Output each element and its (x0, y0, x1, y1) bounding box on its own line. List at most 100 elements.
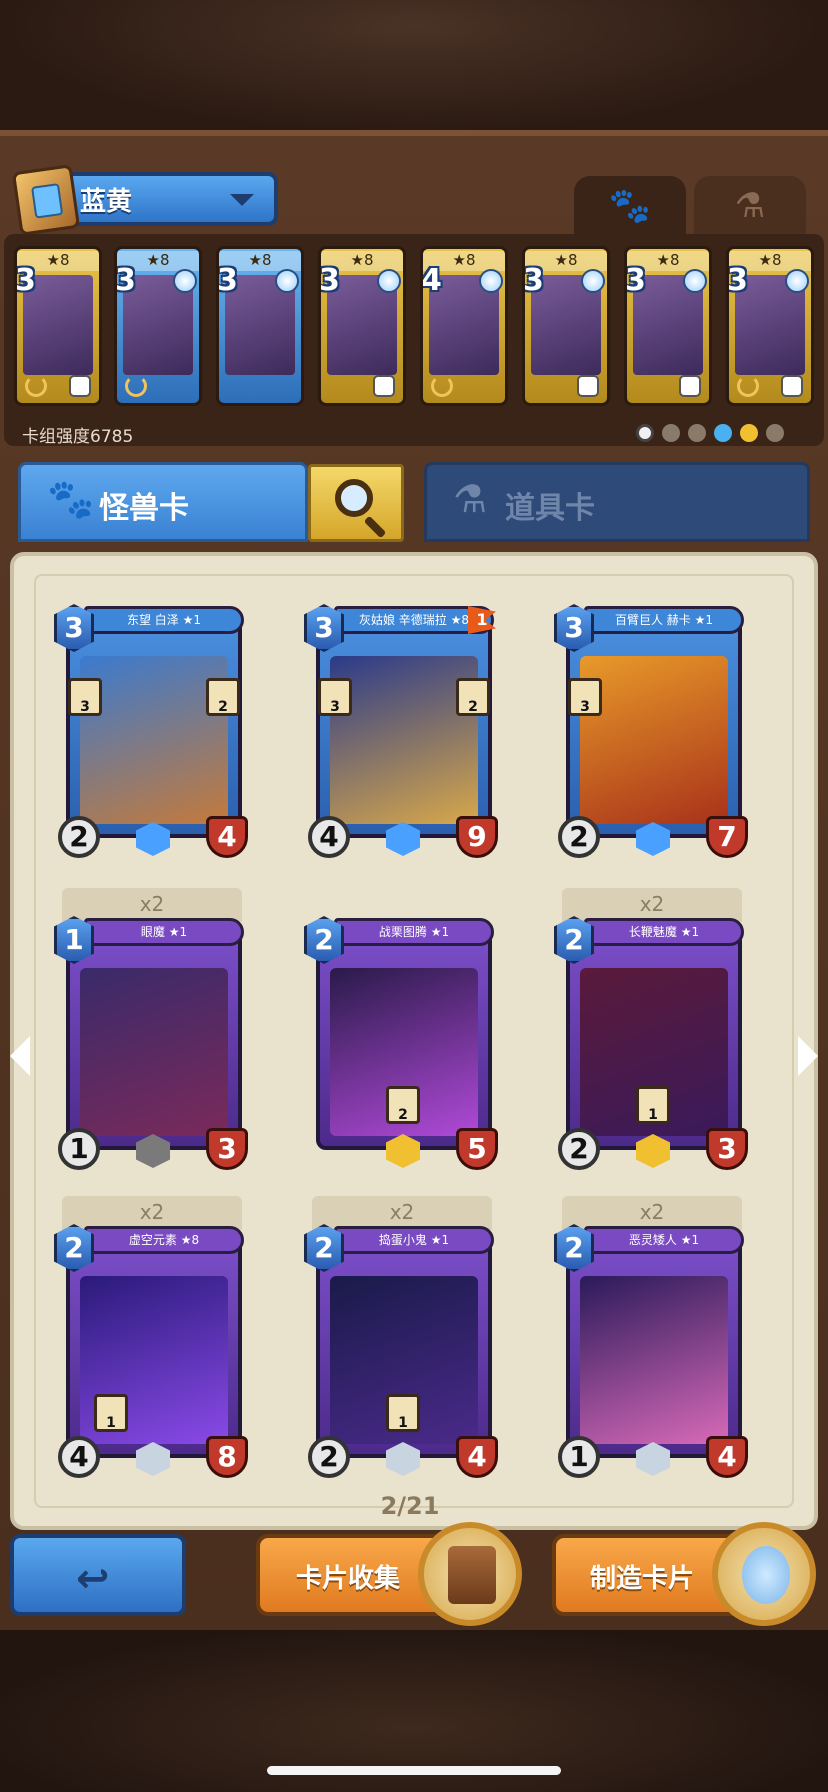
craft-card-badge[interactable] (712, 1522, 816, 1626)
element-icon (479, 269, 503, 293)
card-art (580, 656, 728, 824)
lightning-element-icon (740, 424, 758, 442)
card-art (80, 968, 228, 1136)
skill-icon: 3 (318, 678, 352, 716)
card-name: 长鞭魅魔 ★1 (584, 918, 744, 946)
tab-item-cards[interactable]: ⚗ 道具卡 (424, 462, 810, 542)
attack-value: 1 (558, 1436, 600, 1478)
deck-card[interactable]: ★8 3 (216, 246, 304, 406)
card-cost: 4 (421, 263, 442, 298)
attack-value: 4 (58, 1436, 100, 1478)
card-name: 捣蛋小鬼 ★1 (334, 1226, 494, 1254)
card-cost: 3 (625, 263, 646, 298)
card-frame (316, 618, 492, 838)
tab-label: 怪兽卡 (99, 491, 189, 526)
tab-monster-cards[interactable]: 🐾 怪兽卡 (18, 462, 308, 542)
previous-page-arrow[interactable] (10, 1036, 30, 1076)
element-icon (683, 269, 707, 293)
tab-label: 道具卡 (505, 491, 595, 526)
element-icon (275, 269, 299, 293)
card-name: 恶灵矮人 ★1 (584, 1226, 744, 1254)
element-icon (785, 269, 809, 293)
deck-book-icon (11, 164, 81, 236)
card-frame (566, 1238, 742, 1458)
element-icon (173, 269, 197, 293)
deck-name: 蓝黄 (80, 186, 133, 217)
card-cost: 3 (217, 263, 238, 298)
flask-icon: ⚗ (734, 186, 766, 226)
dice-icon (679, 375, 701, 397)
health-value: 9 (456, 816, 498, 858)
button-label: 卡片收集 (296, 1564, 401, 1594)
skill-icon: 1 (94, 1394, 128, 1432)
card-cost: 3 (115, 263, 136, 298)
monster-card[interactable]: 东望 白泽 ★1 3 3 2 2 4 (54, 604, 250, 858)
skill-icon: 2 (456, 678, 490, 716)
card-frame (66, 930, 242, 1150)
flask-icon: ⚗ (453, 477, 488, 521)
hook-icon (125, 375, 147, 397)
deck-card[interactable]: ★8 3 (318, 246, 406, 406)
back-arrow-icon: ↩ (76, 1556, 110, 1602)
card-frame (66, 618, 242, 838)
deck-card[interactable]: ★8 3 (114, 246, 202, 406)
hook-icon (431, 375, 453, 397)
dice-icon (577, 375, 599, 397)
monster-card[interactable]: x2 长鞭魅魔 ★1 2 1 2 3 (554, 888, 750, 1170)
copies-count: x2 (312, 1196, 492, 1230)
home-indicator[interactable] (267, 1766, 561, 1775)
deck-power-label: 卡组强度6785 (22, 427, 134, 447)
card-collection-badge[interactable] (418, 1522, 522, 1626)
health-value: 8 (206, 1436, 248, 1478)
deck-card[interactable]: ★8 3 (726, 246, 814, 406)
paw-icon: 🐾 (47, 477, 95, 521)
card-name: 战栗图腾 ★1 (334, 918, 494, 946)
copies-count: x2 (62, 1196, 242, 1230)
attack-value: 2 (558, 816, 600, 858)
deck-card[interactable]: ★8 3 (624, 246, 712, 406)
dice-icon (69, 375, 91, 397)
monster-card[interactable]: x2 恶灵矮人 ★1 2 1 4 (554, 1196, 750, 1478)
search-button[interactable] (308, 464, 404, 542)
health-value: 4 (456, 1436, 498, 1478)
card-name: 东望 白泽 ★1 (84, 606, 244, 634)
paw-icon: 🐾 (608, 186, 652, 226)
copies-count: x2 (62, 888, 242, 922)
deck-card[interactable]: ★8 3 (14, 246, 102, 406)
card-cost: 3 (727, 263, 748, 298)
fire-element-icon (688, 424, 706, 442)
deck-card[interactable]: ★8 3 (522, 246, 610, 406)
card-name: 百臂巨人 赫卡 ★1 (584, 606, 744, 634)
monster-card[interactable]: 战栗图腾 ★1 2 2 5 (304, 916, 500, 1170)
skill-icon: 3 (568, 678, 602, 716)
monster-card[interactable]: x2 眼魔 ★1 1 1 3 (54, 888, 250, 1170)
card-name: 虚空元素 ★8 (84, 1226, 244, 1254)
neutral-element-icon (636, 424, 654, 442)
next-page-arrow[interactable] (798, 1036, 818, 1076)
attack-value: 2 (58, 816, 100, 858)
health-value: 4 (706, 1436, 748, 1478)
earth-element-icon (662, 424, 680, 442)
hook-icon (25, 375, 47, 397)
deck-selector[interactable]: 蓝黄 (11, 164, 278, 236)
tab-monsters[interactable]: 🐾 (574, 176, 686, 234)
health-value: 3 (206, 1128, 248, 1170)
card-frame (566, 618, 742, 838)
skill-icon: 3 (68, 678, 102, 716)
button-label: 制造卡片 (590, 1564, 695, 1594)
card-name: 眼魔 ★1 (84, 918, 244, 946)
monster-card[interactable]: 百臂巨人 赫卡 ★1 3 3 2 7 (554, 604, 750, 858)
back-button[interactable]: ↩ (10, 1534, 186, 1616)
skill-icon: 1 (386, 1394, 420, 1432)
element-icon (377, 269, 401, 293)
tab-items[interactable]: ⚗ (694, 176, 806, 234)
attack-value: 1 (58, 1128, 100, 1170)
card-cost: 3 (319, 263, 340, 298)
monster-card[interactable]: x2 虚空元素 ★8 2 1 4 8 (54, 1196, 250, 1478)
skill-icon: 2 (386, 1086, 420, 1124)
health-value: 3 (706, 1128, 748, 1170)
monster-card[interactable]: x2 捣蛋小鬼 ★1 2 1 2 4 (304, 1196, 500, 1478)
card-cost: 3 (523, 263, 544, 298)
deck-card[interactable]: ★8 4 (420, 246, 508, 406)
monster-card[interactable]: 灰姑娘 辛德瑞拉 ★8 3 1 3 2 4 9 (304, 604, 500, 858)
